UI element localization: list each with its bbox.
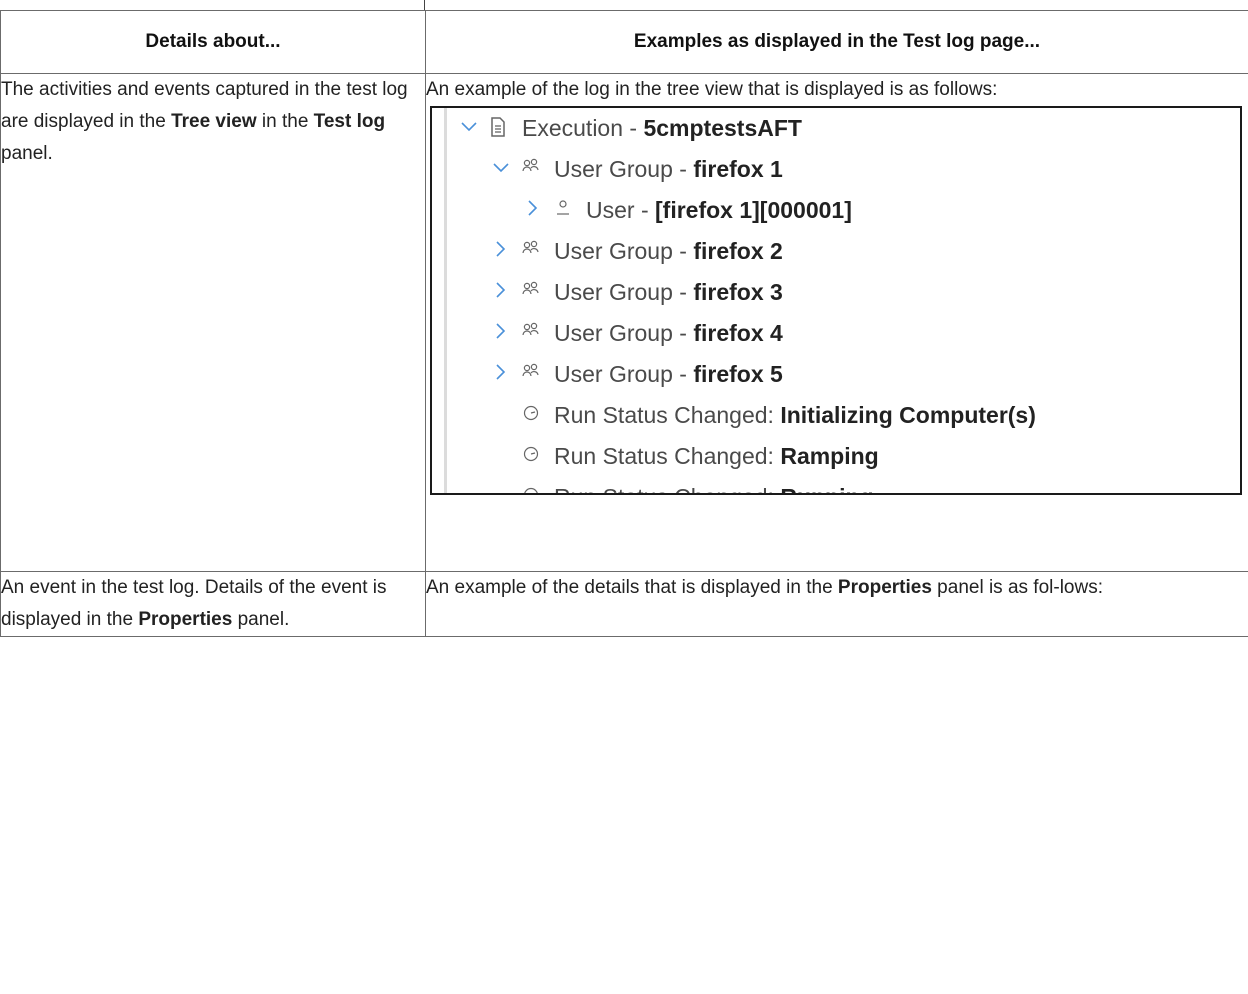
table-row: The activities and events captured in th… (0, 73, 1248, 572)
run-status-icon (522, 404, 540, 424)
top-cut-off-text-strip (0, 0, 1248, 10)
chevron-down-icon[interactable] (460, 117, 478, 135)
tree-node-label: Run Status Changed: Running (554, 477, 874, 493)
tree-node-bold-text: firefox 5 (693, 361, 783, 387)
tree-node-bold-text: firefox 4 (693, 320, 783, 346)
tree-node-bold-text: 5cmptestsAFT (643, 115, 802, 141)
row2-bold-properties: Properties (138, 609, 233, 630)
tree-node-label: User - [firefox 1][000001] (586, 190, 852, 231)
tree-guide-line (444, 313, 447, 354)
tree-node-text: Execution - (522, 115, 644, 141)
tree-guide-line (444, 477, 447, 493)
table-header-row: Details about... Examples as displayed i… (0, 10, 1248, 74)
run-status-icon (522, 445, 540, 465)
tree-node-bold-text: Ramping (780, 443, 879, 469)
tree-node-text: User - (586, 197, 655, 223)
tree-guide-line (444, 272, 447, 313)
tree-node-bold-text: firefox 3 (693, 279, 783, 305)
tree-node-text: Run Status Changed: (554, 402, 781, 428)
tree-guide-line (444, 395, 447, 436)
tree-node-bold-text: firefox 2 (693, 238, 783, 264)
row1-example-cell: An example of the log in the tree view t… (425, 73, 1248, 572)
tree-node-label: Run Status Changed: Ramping (554, 436, 879, 477)
chevron-right-icon[interactable] (492, 363, 510, 381)
tree-row[interactable]: User Group - firefox 2 (432, 231, 1240, 272)
tree-row[interactable]: Run Status Changed: Initializing Compute… (432, 395, 1240, 436)
row2-details-cell: An event in the test log. Details of the… (0, 571, 426, 637)
tree-node-text: User Group - (554, 238, 694, 264)
row2-example-text-b: panel is as fol-lows: (931, 577, 1103, 598)
user-group-icon (522, 363, 540, 383)
user-icon (554, 199, 572, 219)
tree-row[interactable]: Execution - 5cmptestsAFT (432, 108, 1240, 149)
tree-row[interactable]: User - [firefox 1][000001] (432, 190, 1240, 231)
tree-node-text: User Group - (554, 279, 694, 305)
row2-text-b: panel. (232, 609, 290, 630)
tree-row[interactable]: User Group - firefox 1 (432, 149, 1240, 190)
row2-example-bold-properties: Properties (837, 577, 932, 598)
row1-bold-test-log: Test log (313, 111, 386, 132)
chevron-right-icon[interactable] (492, 240, 510, 258)
row1-details-cell: The activities and events captured in th… (0, 73, 426, 572)
tree-node-text: Run Status Changed: (554, 484, 780, 493)
tree-node-text: User Group - (554, 320, 694, 346)
row2-example-text-a: An example of the details that is displa… (426, 577, 838, 598)
tree-row[interactable]: User Group - firefox 3 (432, 272, 1240, 313)
header-examples: Examples as displayed in the Test log pa… (425, 10, 1248, 74)
tree-node-bold-text: firefox 1 (693, 156, 783, 182)
user-group-icon (522, 240, 540, 260)
details-table: Details about... Examples as displayed i… (0, 10, 1248, 637)
column-divider-tick (424, 0, 425, 10)
tree-row[interactable]: User Group - firefox 5 (432, 354, 1240, 395)
chevron-right-icon[interactable] (492, 281, 510, 299)
header-details-about: Details about... (0, 10, 426, 74)
tree-guide-line (444, 436, 447, 477)
tree-node-label: Execution - 5cmptestsAFT (522, 108, 802, 149)
tree-node-text: User Group - (554, 156, 694, 182)
tree-guide-line (444, 354, 447, 395)
table-row: An event in the test log. Details of the… (0, 571, 1248, 637)
document-icon (490, 117, 508, 137)
user-group-icon (522, 281, 540, 301)
tree-guide-line (444, 108, 447, 149)
row1-text-c: panel. (1, 143, 53, 164)
run-status-icon (522, 486, 540, 493)
tree-node-label: User Group - firefox 2 (554, 231, 783, 272)
tree-row[interactable]: User Group - firefox 4 (432, 313, 1240, 354)
tree-node-label: Run Status Changed: Initializing Compute… (554, 395, 1036, 436)
tree-node-text: Run Status Changed: (554, 443, 781, 469)
tree-guide-line (444, 149, 447, 190)
tree-row[interactable]: Run Status Changed: Running (432, 477, 1240, 493)
tree-row[interactable]: Run Status Changed: Ramping (432, 436, 1240, 477)
tree-node-text: User Group - (554, 361, 694, 387)
row1-text-b: in the (256, 111, 314, 132)
tree-node-label: User Group - firefox 3 (554, 272, 783, 313)
tree-guide-line (444, 190, 447, 231)
tree-guide-line (444, 231, 447, 272)
tree-node-label: User Group - firefox 5 (554, 354, 783, 395)
chevron-right-icon[interactable] (492, 322, 510, 340)
chevron-down-icon[interactable] (492, 158, 510, 176)
chevron-right-icon[interactable] (524, 199, 542, 217)
tree-node-bold-text: [firefox 1][000001] (655, 197, 852, 223)
tree-node-bold-text: Initializing Computer(s) (780, 402, 1036, 428)
tree-node-label: User Group - firefox 4 (554, 313, 783, 354)
tree-node-bold-text: Running (780, 484, 873, 493)
tree-node-label: User Group - firefox 1 (554, 149, 783, 190)
test-log-tree-view: Execution - 5cmptestsAFT User Group - fir… (430, 106, 1242, 495)
user-group-icon (522, 322, 540, 342)
user-group-icon (522, 158, 540, 178)
row2-example-cell: An example of the details that is displa… (425, 571, 1248, 637)
row1-bold-tree-view: Tree view (171, 111, 257, 132)
row1-example-intro: An example of the log in the tree view t… (426, 79, 998, 100)
